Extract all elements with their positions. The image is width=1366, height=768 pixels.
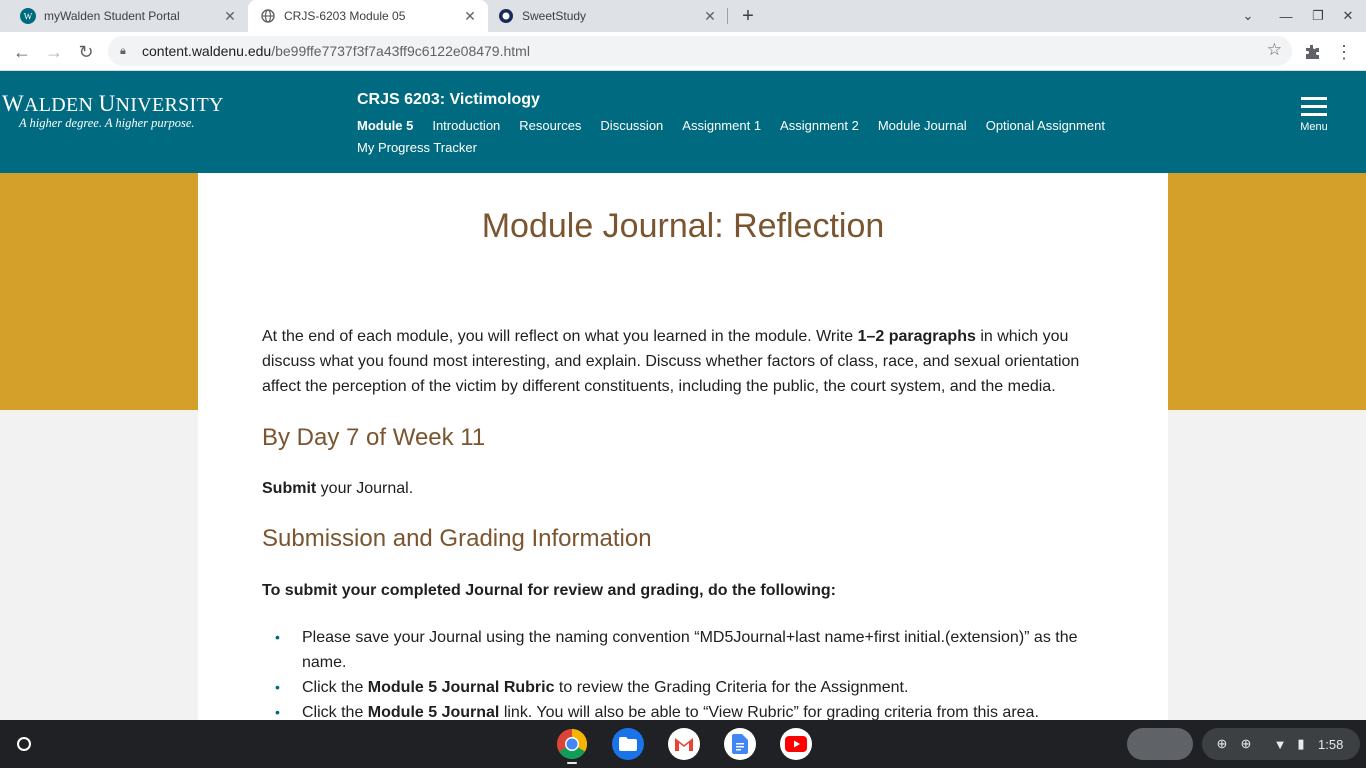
logo-name: WALDEN UNIVERSITY xyxy=(2,91,224,116)
menu-button[interactable]: Menu xyxy=(1298,97,1330,133)
nav-introduction[interactable]: Introduction xyxy=(432,115,500,137)
desk-preview-thumbnail[interactable] xyxy=(1127,728,1193,760)
walden-logo[interactable]: WALDEN UNIVERSITY A higher degree. A hig… xyxy=(2,91,224,130)
globe-icon xyxy=(260,8,276,24)
close-tab-icon[interactable]: ✕ xyxy=(222,8,238,24)
close-tab-icon[interactable]: ✕ xyxy=(702,8,718,24)
url-host: content.waldenu.edu xyxy=(142,43,272,59)
browser-tab-strip: W myWalden Student Portal ✕ CRJS-6203 Mo… xyxy=(0,0,1366,32)
nav-resources[interactable]: Resources xyxy=(519,115,581,137)
svg-text:W: W xyxy=(24,12,33,22)
journal-link[interactable]: Module 5 Journal xyxy=(368,704,500,720)
docs-icon[interactable] xyxy=(724,728,756,760)
upload-icon[interactable]: ⊕ xyxy=(1210,736,1234,752)
url-text: content.waldenu.edu/be99ffe7737f3f7a43ff… xyxy=(142,43,530,59)
site-header: WALDEN UNIVERSITY A higher degree. A hig… xyxy=(0,71,1366,173)
gmail-icon[interactable] xyxy=(668,728,700,760)
files-icon[interactable] xyxy=(612,728,644,760)
intro-paragraph: At the end of each module, you will refl… xyxy=(262,328,1080,395)
list-item: • Click the Module 5 Journal Rubric to re… xyxy=(275,679,909,696)
minimize-button[interactable]: ― xyxy=(1274,4,1298,28)
menu-label: Menu xyxy=(1300,121,1328,133)
nav-progress-tracker[interactable]: My Progress Tracker xyxy=(357,137,477,159)
address-bar[interactable]: 🔒︎ content.waldenu.edu/be99ffe7737f3f7a4… xyxy=(108,36,1292,66)
tab-title: SweetStudy xyxy=(522,9,587,23)
list-item: • Click the Module 5 Journal link. You wi… xyxy=(275,704,1039,720)
page-title: Module Journal: Reflection xyxy=(481,207,885,245)
nav-module-5[interactable]: Module 5 xyxy=(357,115,413,137)
system-tray[interactable]: ⊕ ⊕ ▼ ▮ 1:58 xyxy=(1202,728,1360,760)
logo-tagline: A higher degree. A higher purpose. xyxy=(19,116,195,130)
bookmark-star-icon[interactable]: ☆ xyxy=(1267,40,1282,60)
hamburger-icon xyxy=(1298,97,1330,116)
nav-module-journal[interactable]: Module Journal xyxy=(878,115,967,137)
back-button[interactable]: ← xyxy=(8,38,36,66)
nav-assignment-2[interactable]: Assignment 2 xyxy=(780,115,859,137)
walden-w-icon: W xyxy=(20,8,36,24)
tab-title: CRJS-6203 Module 05 xyxy=(284,9,406,23)
launcher-button[interactable] xyxy=(8,728,40,760)
running-indicator xyxy=(567,762,577,764)
new-tab-button[interactable]: + xyxy=(736,4,760,28)
module-nav: Module 5 Introduction Resources Discussion A… xyxy=(357,115,1157,159)
browser-menu-kebab-icon[interactable]: ⋮ xyxy=(1330,38,1358,66)
course-title: CRJS 6203: Victimology xyxy=(357,91,540,108)
tab-mywalden[interactable]: W myWalden Student Portal ✕ xyxy=(0,0,248,32)
close-tab-icon[interactable]: ✕ xyxy=(462,8,478,24)
battery-icon[interactable]: ▮ xyxy=(1294,736,1308,752)
tab-title: myWalden Student Portal xyxy=(44,9,180,23)
tab-search-chevron-icon[interactable]: ⌄ xyxy=(1236,4,1260,28)
forward-button[interactable]: → xyxy=(40,38,68,66)
list-item: • Please save your Journal using the nami… xyxy=(275,629,1078,671)
due-heading: By Day 7 of Week 11 xyxy=(262,424,486,451)
add-icon[interactable]: ⊕ xyxy=(1234,736,1258,752)
tab-crjs-module[interactable]: CRJS-6203 Module 05 ✕ xyxy=(248,0,488,32)
content-card: Module Journal: Reflection At the end of… xyxy=(198,173,1168,720)
browser-toolbar: ← → ↻ 🔒︎ content.waldenu.edu/be99ffe7737… xyxy=(0,32,1366,71)
url-path: /be99ffe7737f3f7a43ff9c6122e08479.html xyxy=(271,43,530,59)
tab-divider xyxy=(727,8,728,24)
wifi-icon[interactable]: ▼ xyxy=(1266,737,1294,752)
grading-instructions: To submit your completed Journal for rev… xyxy=(262,582,836,599)
nav-assignment-1[interactable]: Assignment 1 xyxy=(682,115,761,137)
submit-text: Submit your Journal. xyxy=(262,480,414,497)
sweetstudy-icon xyxy=(498,8,514,24)
grading-heading: Submission and Grading Information xyxy=(262,525,652,552)
restore-button[interactable]: ❐ xyxy=(1306,4,1330,28)
youtube-icon[interactable] xyxy=(780,728,812,760)
lock-icon[interactable]: 🔒︎ xyxy=(120,45,132,58)
submission-steps: • Please save your Journal using the nami… xyxy=(262,625,1092,720)
reload-button[interactable]: ↻ xyxy=(72,38,100,66)
close-window-button[interactable]: ✕ xyxy=(1336,4,1360,28)
nav-optional-assignment[interactable]: Optional Assignment xyxy=(986,115,1105,137)
journal-rubric-link[interactable]: Module 5 Journal Rubric xyxy=(368,679,555,696)
nav-discussion[interactable]: Discussion xyxy=(600,115,663,137)
clock-time[interactable]: 1:58 xyxy=(1318,737,1343,752)
extensions-puzzle-icon[interactable] xyxy=(1298,38,1326,66)
tab-sweetstudy[interactable]: SweetStudy ✕ xyxy=(488,0,728,32)
chrome-icon[interactable] xyxy=(556,728,588,760)
